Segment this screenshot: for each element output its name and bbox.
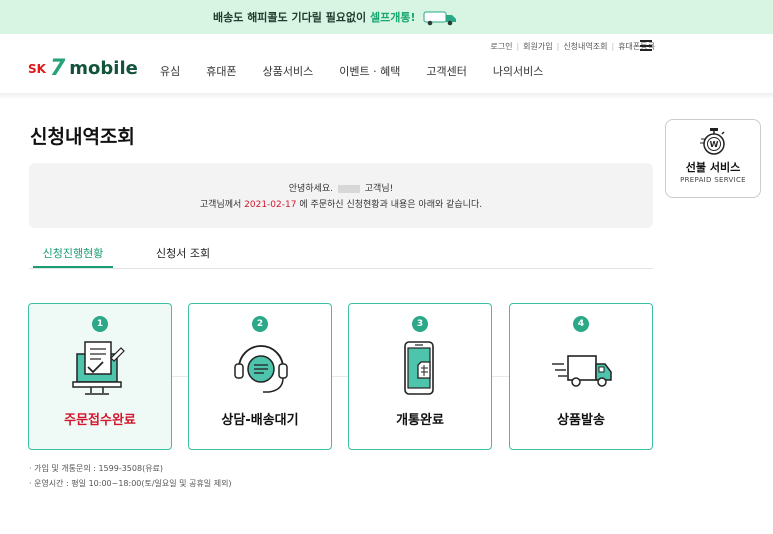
step-card-3: 3 개통완료: [348, 303, 492, 450]
logo-mobile: mobile: [69, 58, 138, 79]
nav-products[interactable]: 상품서비스: [263, 63, 314, 79]
stopwatch-won-icon: W: [700, 128, 725, 155]
divider: |: [556, 42, 560, 51]
login-link[interactable]: 로그인: [490, 41, 512, 52]
step-badge: 4: [573, 316, 589, 332]
step-label: 주문접수완료: [64, 413, 136, 428]
truck-icon: [423, 11, 456, 26]
divider: |: [516, 42, 520, 51]
logo-sk: SK: [28, 62, 46, 76]
note-contact: · 가입 및 개통문의 : 1599-3508(유료): [29, 464, 164, 473]
nav-my-service[interactable]: 나의서비스: [493, 63, 544, 79]
prepaid-service-button[interactable]: W 선불 서비스 PREPAID SERVICE: [665, 119, 761, 198]
nav-phone[interactable]: 휴대폰: [206, 63, 236, 79]
masked-name: [337, 184, 360, 193]
page-title: 신청내역조회: [30, 126, 135, 148]
step-card-2: 2 상담-배송대기: [188, 303, 332, 450]
step-badge: 3: [412, 316, 428, 332]
tab-bar: 신청진행현황 신청서 조회: [29, 240, 653, 269]
step-badge: 2: [252, 316, 268, 332]
logo-seven: 7: [49, 56, 66, 81]
header-divider: [0, 93, 773, 98]
step-label: 상품발송: [557, 413, 605, 428]
notes: · 가입 및 개통문의 : 1599-3508(유료) · 운영시간 : 평일 …: [29, 461, 232, 491]
tab-application[interactable]: 신청서 조회: [156, 245, 210, 261]
divider: |: [611, 42, 615, 51]
banner-text: 배송도 해피콜도 기다릴 필요없이 셀프개통!: [213, 11, 416, 24]
greeting-line-2: 고객님께서 2021-02-17 에 주문하신 신청현황과 내용은 아래와 같습…: [199, 200, 483, 210]
step-connector: [100, 376, 580, 377]
order-lookup-link[interactable]: 신청내역조회: [563, 41, 607, 52]
logo[interactable]: SK 7 mobile: [28, 58, 138, 80]
step-label: 개통완료: [396, 413, 444, 428]
svg-text:W: W: [710, 140, 719, 149]
prepaid-title: 선불 서비스: [685, 161, 741, 174]
order-date: 2021-02-17: [244, 200, 297, 210]
nav-usim[interactable]: 유심: [160, 63, 180, 79]
step-label: 상담-배송대기: [221, 413, 299, 428]
step-badge: 1: [92, 316, 108, 332]
greeting-box: 안녕하세요. 고객님! 고객님께서 2021-02-17 에 주문하신 신청현황…: [29, 163, 653, 228]
prepaid-subtitle: PREPAID SERVICE: [680, 176, 746, 184]
headset-chat-icon: [234, 345, 288, 393]
nav-support[interactable]: 고객센터: [426, 63, 466, 79]
phone-sim-icon: [404, 341, 434, 395]
step-card-1: 1 주문접수완료: [28, 303, 172, 450]
monitor-document-check-icon: [72, 341, 125, 395]
menu-icon[interactable]: [640, 40, 652, 51]
greeting-line-1: 안녕하세요. 고객님!: [288, 184, 394, 194]
promo-banner[interactable]: 배송도 해피콜도 기다릴 필요없이 셀프개통!: [0, 0, 773, 34]
note-hours: · 운영시간 : 평일 10:00~18:00(토/일요일 및 공휴일 제외): [29, 479, 232, 488]
nav-events[interactable]: 이벤트 · 혜택: [339, 63, 400, 79]
main-nav: 유심 휴대폰 상품서비스 이벤트 · 혜택 고객센터 나의서비스: [160, 63, 543, 79]
signup-link[interactable]: 회원가입: [523, 41, 552, 52]
delivery-truck-icon: [552, 355, 612, 387]
tab-progress[interactable]: 신청진행현황: [33, 245, 113, 268]
utility-nav: 로그인 | 회원가입 | 신청내역조회 | 휴대폰등록: [490, 41, 655, 52]
step-card-4: 4 상품발송: [509, 303, 653, 450]
